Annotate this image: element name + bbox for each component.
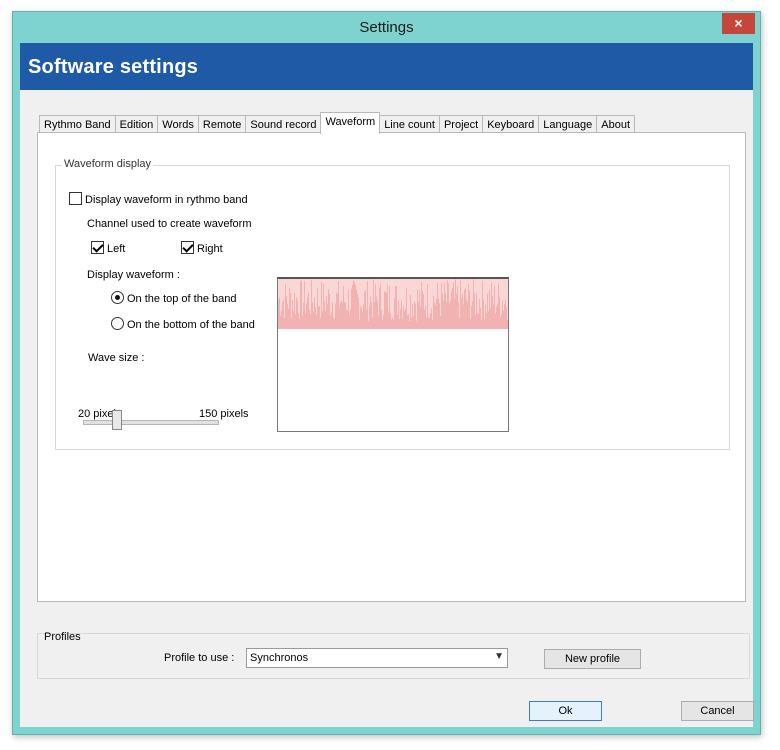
settings-window: Settings × Software settings Rythmo Band… bbox=[12, 11, 761, 735]
checkbox-box[interactable] bbox=[181, 241, 194, 254]
ok-button[interactable]: Ok bbox=[529, 701, 602, 721]
right-channel-label: Right bbox=[197, 243, 223, 255]
display-in-band-label: Display waveform in rythmo band bbox=[85, 194, 248, 206]
title-bar[interactable]: Settings × bbox=[13, 12, 760, 42]
waveform-preview bbox=[277, 277, 509, 432]
chevron-down-icon: ▼ bbox=[494, 651, 504, 662]
channel-label: Channel used to create waveform bbox=[87, 218, 252, 230]
radio-button[interactable] bbox=[111, 317, 124, 330]
close-icon[interactable]: × bbox=[722, 13, 755, 34]
tab-waveform[interactable]: Waveform bbox=[320, 112, 381, 134]
right-channel-checkbox[interactable]: Right bbox=[181, 241, 223, 255]
waveform-tab-panel: Waveform display Display waveform in ryt… bbox=[37, 132, 746, 602]
display-waveform-label: Display waveform : bbox=[87, 269, 180, 281]
profiles-title: Profiles bbox=[44, 631, 81, 643]
tab-strip: Rythmo Band Edition Words Remote Sound r… bbox=[39, 112, 635, 135]
top-of-band-label: On the top of the band bbox=[127, 293, 237, 305]
display-in-band-checkbox[interactable]: Display waveform in rythmo band bbox=[69, 192, 248, 206]
profile-select-value: Synchronos bbox=[250, 652, 309, 664]
wave-size-slider-thumb[interactable] bbox=[111, 410, 122, 430]
header-banner: Software settings bbox=[20, 43, 753, 90]
wave-size-slider-track[interactable] bbox=[83, 420, 219, 425]
left-channel-checkbox[interactable]: Left bbox=[91, 241, 125, 255]
bottom-of-band-label: On the bottom of the band bbox=[127, 319, 255, 331]
group-title: Waveform display bbox=[62, 158, 154, 170]
dialog-client-area: Software settings Rythmo Band Edition Wo… bbox=[20, 43, 754, 727]
new-profile-button[interactable]: New profile bbox=[544, 649, 641, 669]
radio-button[interactable] bbox=[111, 291, 124, 304]
checkbox-box[interactable] bbox=[91, 241, 104, 254]
wave-size-label: Wave size : bbox=[88, 352, 145, 364]
left-channel-label: Left bbox=[107, 243, 126, 255]
window-title: Settings bbox=[359, 19, 414, 36]
profile-to-use-label: Profile to use : bbox=[164, 652, 235, 664]
checkbox-box[interactable] bbox=[69, 192, 82, 205]
bottom-of-band-radio[interactable]: On the bottom of the band bbox=[111, 317, 255, 331]
top-of-band-radio[interactable]: On the top of the band bbox=[111, 291, 236, 305]
waveform-graphic bbox=[278, 279, 508, 329]
max-size-label: 150 pixels bbox=[199, 408, 249, 420]
banner-title: Software settings bbox=[28, 56, 199, 78]
profile-select[interactable]: Synchronos ▼ bbox=[246, 648, 508, 668]
cancel-button[interactable]: Cancel bbox=[681, 701, 754, 721]
